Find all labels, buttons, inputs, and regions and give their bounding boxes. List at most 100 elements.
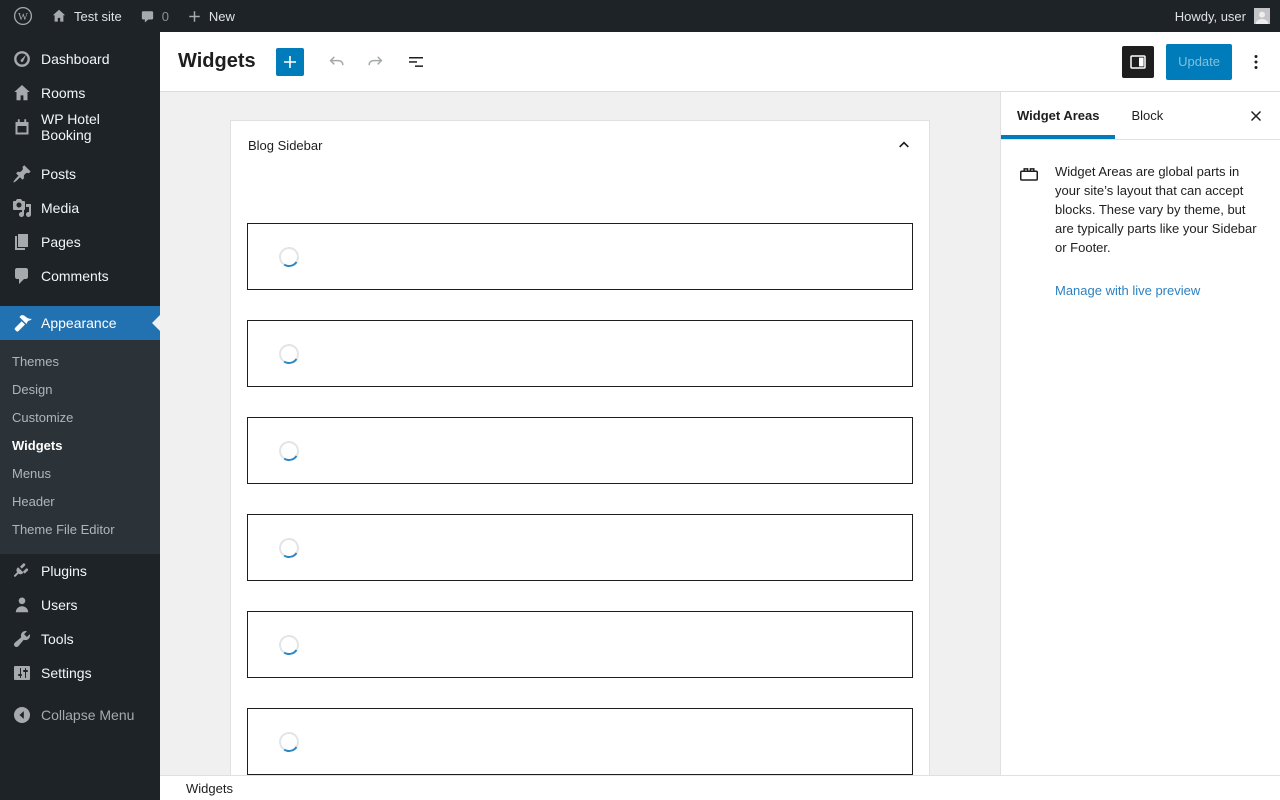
sidebar-item-label: Pages: [41, 234, 81, 250]
comment-icon: [12, 266, 32, 286]
loading-spinner-icon: [277, 729, 301, 754]
sidebar-item-label: Posts: [41, 166, 77, 182]
widget-areas-info: Widget Areas are global parts in your si…: [1055, 162, 1264, 298]
howdy-label: Howdy, user: [1174, 8, 1246, 24]
breadcrumb: Widgets: [186, 780, 233, 796]
comments-bubble[interactable]: 0: [131, 0, 178, 32]
sidebar-item-label: Dashboard: [41, 51, 110, 67]
chevron-up-icon: [895, 136, 913, 154]
loading-widget-block: [247, 320, 913, 387]
sidebar-item-label: Users: [41, 597, 78, 613]
menu-separator: [0, 144, 160, 157]
loading-widget-block: [247, 223, 913, 290]
sidebar-item-posts[interactable]: Posts: [0, 157, 160, 191]
sidebar-item-plugins[interactable]: Plugins: [0, 554, 160, 588]
submenu-item-widgets[interactable]: Widgets: [0, 432, 160, 460]
new-content-menu[interactable]: New: [178, 0, 244, 32]
list-view-button[interactable]: [396, 44, 436, 80]
footer-breadcrumb-bar: Widgets: [160, 775, 1280, 800]
sidebar-item-settings[interactable]: Settings: [0, 656, 160, 690]
widget-areas-panel: Widget Areas are global parts in your si…: [1001, 140, 1280, 298]
redo-button[interactable]: [356, 44, 396, 80]
editor-canvas: Blog Sidebar: [160, 92, 1000, 775]
sidebar-item-label: WP Hotel Booking: [41, 111, 100, 143]
comment-bubble-icon: [140, 9, 155, 24]
submenu-item-customize[interactable]: Customize: [0, 404, 160, 432]
loading-spinner-icon: [277, 632, 301, 657]
menu-separator: [0, 293, 160, 306]
avatar: [1254, 8, 1270, 24]
sidebar-item-comments[interactable]: Comments: [0, 259, 160, 293]
editor-header: Widgets Update: [160, 32, 1280, 92]
loading-widget-block: [247, 514, 913, 581]
svg-text:W: W: [18, 12, 28, 23]
wordpress-logo-icon: W: [13, 6, 33, 26]
sidebar-item-wp-hotel-booking[interactable]: WP Hotel Booking: [0, 110, 160, 144]
sidebar-item-dashboard[interactable]: Dashboard: [0, 42, 160, 76]
tab-widget-areas[interactable]: Widget Areas: [1001, 92, 1115, 139]
block-list: [231, 169, 929, 775]
admin-menu: Dashboard Rooms WP Hotel Booking Posts M…: [0, 32, 160, 800]
sidebar-item-appearance[interactable]: Appearance: [0, 306, 160, 340]
sidebar-item-media[interactable]: Media: [0, 191, 160, 225]
home-icon: [12, 83, 32, 103]
dashboard-icon: [12, 49, 32, 69]
sidebar-item-label: Tools: [41, 631, 74, 647]
plus-icon: [280, 52, 300, 72]
loading-widget-block: [247, 708, 913, 775]
appearance-submenu: Themes Design Customize Widgets Menus He…: [0, 340, 160, 554]
block-inserter-button[interactable]: [275, 47, 304, 76]
sidebar-item-label: Comments: [41, 268, 109, 284]
sidebar-item-tools[interactable]: Tools: [0, 622, 160, 656]
plug-icon: [12, 561, 32, 581]
widget-area-panel: Blog Sidebar: [230, 120, 930, 775]
sidebar-item-label: Settings: [41, 665, 92, 681]
wordpress-menu[interactable]: W: [4, 0, 42, 32]
close-sidebar-button[interactable]: [1238, 98, 1274, 134]
loading-widget-block: [247, 417, 913, 484]
options-kebab-button[interactable]: [1244, 44, 1268, 80]
collapse-menu-button[interactable]: Collapse Menu: [0, 698, 160, 732]
settings-sidebar-toggle-button[interactable]: [1122, 45, 1155, 78]
inspector-tabs: Widget Areas Block: [1001, 92, 1280, 140]
site-name: Test site: [74, 8, 122, 24]
tab-block[interactable]: Block: [1115, 92, 1179, 139]
kebab-icon: [1246, 52, 1266, 72]
sidebar-panel-icon: [1128, 52, 1148, 72]
loading-spinner-icon: [277, 244, 301, 269]
sliders-icon: [12, 663, 32, 683]
submenu-item-header[interactable]: Header: [0, 488, 160, 516]
close-icon: [1247, 107, 1265, 125]
inspector-sidebar: Widget Areas Block Widget Areas are glob…: [1000, 92, 1280, 775]
pages-icon: [12, 232, 32, 252]
submenu-item-themes[interactable]: Themes: [0, 348, 160, 376]
sidebar-item-pages[interactable]: Pages: [0, 225, 160, 259]
brush-icon: [12, 313, 32, 333]
sidebar-item-label: Appearance: [41, 315, 117, 331]
widget-area-panel-header[interactable]: Blog Sidebar: [231, 121, 929, 169]
plus-icon: [187, 9, 202, 24]
account-menu[interactable]: Howdy, user: [1165, 0, 1280, 32]
loading-spinner-icon: [277, 341, 301, 366]
loading-widget-block: [247, 611, 913, 678]
list-view-icon: [406, 52, 426, 72]
collapse-menu-label: Collapse Menu: [41, 707, 135, 723]
manage-live-preview-link[interactable]: Manage with live preview: [1055, 283, 1200, 298]
submenu-item-menus[interactable]: Menus: [0, 460, 160, 488]
collapse-arrow-icon: [12, 705, 32, 725]
undo-button[interactable]: [316, 44, 356, 80]
media-icon: [12, 198, 32, 218]
submenu-item-theme-file-editor[interactable]: Theme File Editor: [0, 516, 160, 544]
sidebar-item-label: Plugins: [41, 563, 87, 579]
sidebar-item-users[interactable]: Users: [0, 588, 160, 622]
update-button[interactable]: Update: [1166, 43, 1232, 80]
sidebar-item-rooms[interactable]: Rooms: [0, 76, 160, 110]
redo-icon: [366, 52, 386, 72]
comments-count: 0: [161, 8, 169, 24]
site-menu[interactable]: Test site: [42, 0, 131, 32]
submenu-item-design[interactable]: Design: [0, 376, 160, 404]
widget-area-title: Blog Sidebar: [248, 137, 323, 153]
calendar-icon: [12, 117, 32, 137]
pushpin-icon: [12, 164, 32, 184]
sidebar-item-label: Media: [41, 200, 80, 216]
